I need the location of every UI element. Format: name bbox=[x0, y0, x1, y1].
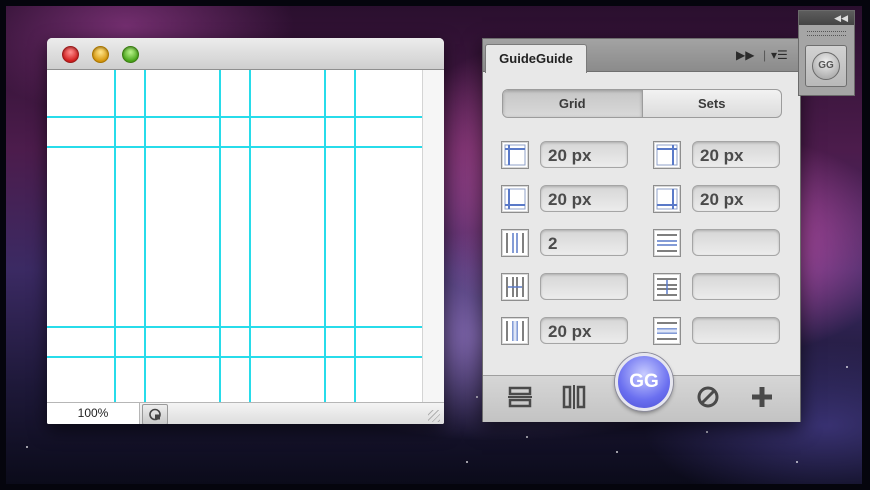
rows-input[interactable] bbox=[692, 229, 780, 256]
document-window: 100% bbox=[47, 38, 444, 424]
separator: | bbox=[763, 48, 767, 62]
guideguide-dock-button[interactable]: GG bbox=[805, 45, 847, 87]
dock-grip[interactable] bbox=[807, 31, 846, 36]
row-height-icon bbox=[653, 317, 681, 345]
collapse-panel-icon[interactable]: ▶▶ bbox=[736, 48, 754, 62]
tab-sets[interactable]: Sets bbox=[643, 90, 782, 117]
panel-menu-icon[interactable]: ▾☰ bbox=[771, 48, 788, 62]
column-width-input[interactable]: 20 px bbox=[540, 317, 628, 344]
add-guide-icon[interactable] bbox=[749, 384, 775, 417]
zoom-window-button[interactable] bbox=[122, 46, 139, 63]
status-icon bbox=[149, 408, 161, 421]
vertical-scrollbar[interactable] bbox=[422, 70, 444, 402]
margin-top-left-icon bbox=[501, 141, 529, 169]
margin-bottom-input[interactable]: 20 px bbox=[692, 185, 780, 212]
panel-tab-guideguide[interactable]: GuideGuide bbox=[485, 44, 587, 73]
close-window-button[interactable] bbox=[62, 46, 79, 63]
vertical-guide bbox=[249, 70, 251, 402]
horizontal-guide bbox=[47, 146, 422, 148]
tab-grid[interactable]: Grid bbox=[503, 90, 643, 117]
vertical-guide bbox=[144, 70, 146, 402]
collapsed-panel-dock: ◀◀ GG bbox=[798, 10, 855, 96]
vertical-guide bbox=[354, 70, 356, 402]
columns-icon bbox=[501, 229, 529, 257]
rows-icon bbox=[653, 229, 681, 257]
row-gutter-input[interactable] bbox=[692, 273, 780, 300]
margin-left-input[interactable]: 20 px bbox=[540, 141, 628, 168]
row-gutter-icon bbox=[653, 273, 681, 301]
columns-input[interactable]: 2 bbox=[540, 229, 628, 256]
guideguide-icon: GG bbox=[812, 52, 840, 80]
row-height-input[interactable] bbox=[692, 317, 780, 344]
margin-top-input[interactable]: 20 px bbox=[540, 185, 628, 212]
column-gutter-input[interactable] bbox=[540, 273, 628, 300]
resize-grip[interactable] bbox=[428, 410, 440, 422]
margin-bottom-left-icon bbox=[501, 185, 529, 213]
margin-top-right-icon bbox=[653, 141, 681, 169]
horizontal-guide bbox=[47, 356, 422, 358]
expand-dock-icon[interactable]: ◀◀ bbox=[799, 11, 854, 25]
vertical-midpoint-icon[interactable] bbox=[561, 384, 587, 417]
column-width-icon bbox=[501, 317, 529, 345]
guideguide-panel: GuideGuide ▶▶ | ▾☰ Grid Sets 20 px 20 px… bbox=[482, 38, 801, 422]
make-grid-button[interactable]: GG bbox=[615, 353, 673, 411]
zoom-level-field[interactable]: 100% bbox=[47, 403, 140, 424]
mode-segmented-control: Grid Sets bbox=[502, 89, 782, 118]
horizontal-guide bbox=[47, 116, 422, 118]
clear-guides-icon[interactable] bbox=[695, 384, 721, 417]
margin-bottom-right-icon bbox=[653, 185, 681, 213]
status-bar: 100% bbox=[47, 402, 444, 424]
horizontal-midpoint-icon[interactable] bbox=[507, 384, 533, 417]
document-canvas[interactable] bbox=[47, 70, 422, 402]
panel-header[interactable]: GuideGuide ▶▶ | ▾☰ bbox=[483, 39, 800, 73]
window-titlebar[interactable] bbox=[47, 38, 444, 70]
vertical-guide bbox=[219, 70, 221, 402]
vertical-guide bbox=[114, 70, 116, 402]
vertical-guide bbox=[324, 70, 326, 402]
horizontal-guide bbox=[47, 326, 422, 328]
margin-right-input[interactable]: 20 px bbox=[692, 141, 780, 168]
status-menu-button[interactable] bbox=[142, 404, 168, 424]
minimize-window-button[interactable] bbox=[92, 46, 109, 63]
column-gutter-icon bbox=[501, 273, 529, 301]
